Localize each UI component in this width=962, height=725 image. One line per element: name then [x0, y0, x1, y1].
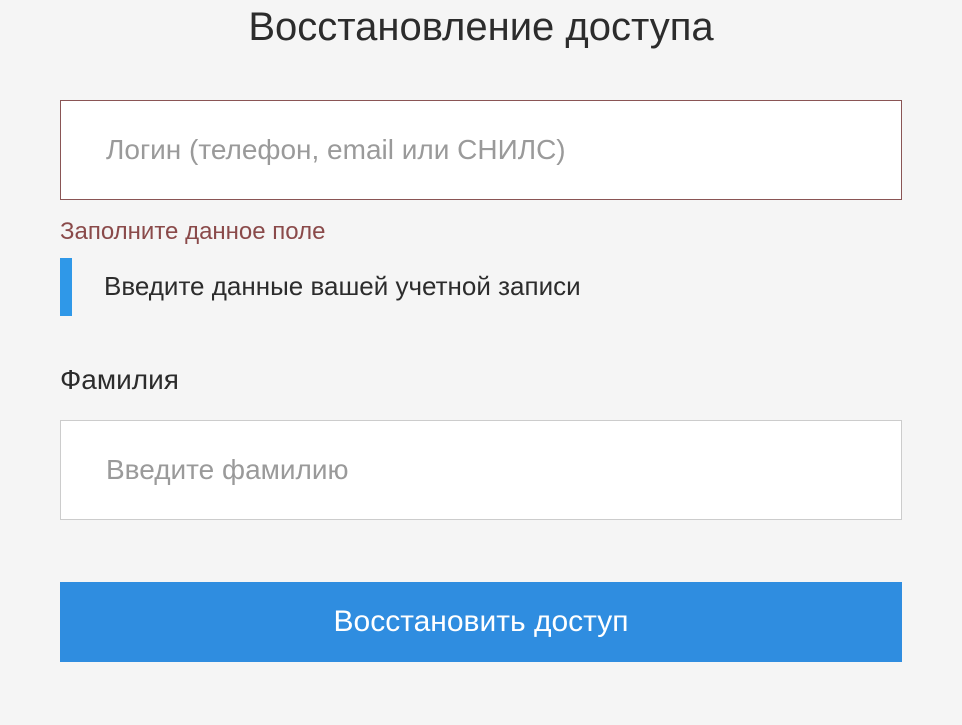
page-title: Восстановление доступа	[60, 5, 902, 50]
login-error-message: Заполните данное поле	[60, 218, 902, 246]
login-input[interactable]	[60, 100, 902, 200]
info-block: Введите данные вашей учетной записи	[60, 258, 902, 316]
surname-input[interactable]	[60, 420, 902, 520]
info-text: Введите данные вашей учетной записи	[104, 258, 581, 316]
restore-access-button[interactable]: Восстановить доступ	[60, 582, 902, 662]
surname-label: Фамилия	[60, 364, 902, 396]
login-field-wrapper	[60, 100, 902, 200]
info-bar	[60, 258, 72, 316]
